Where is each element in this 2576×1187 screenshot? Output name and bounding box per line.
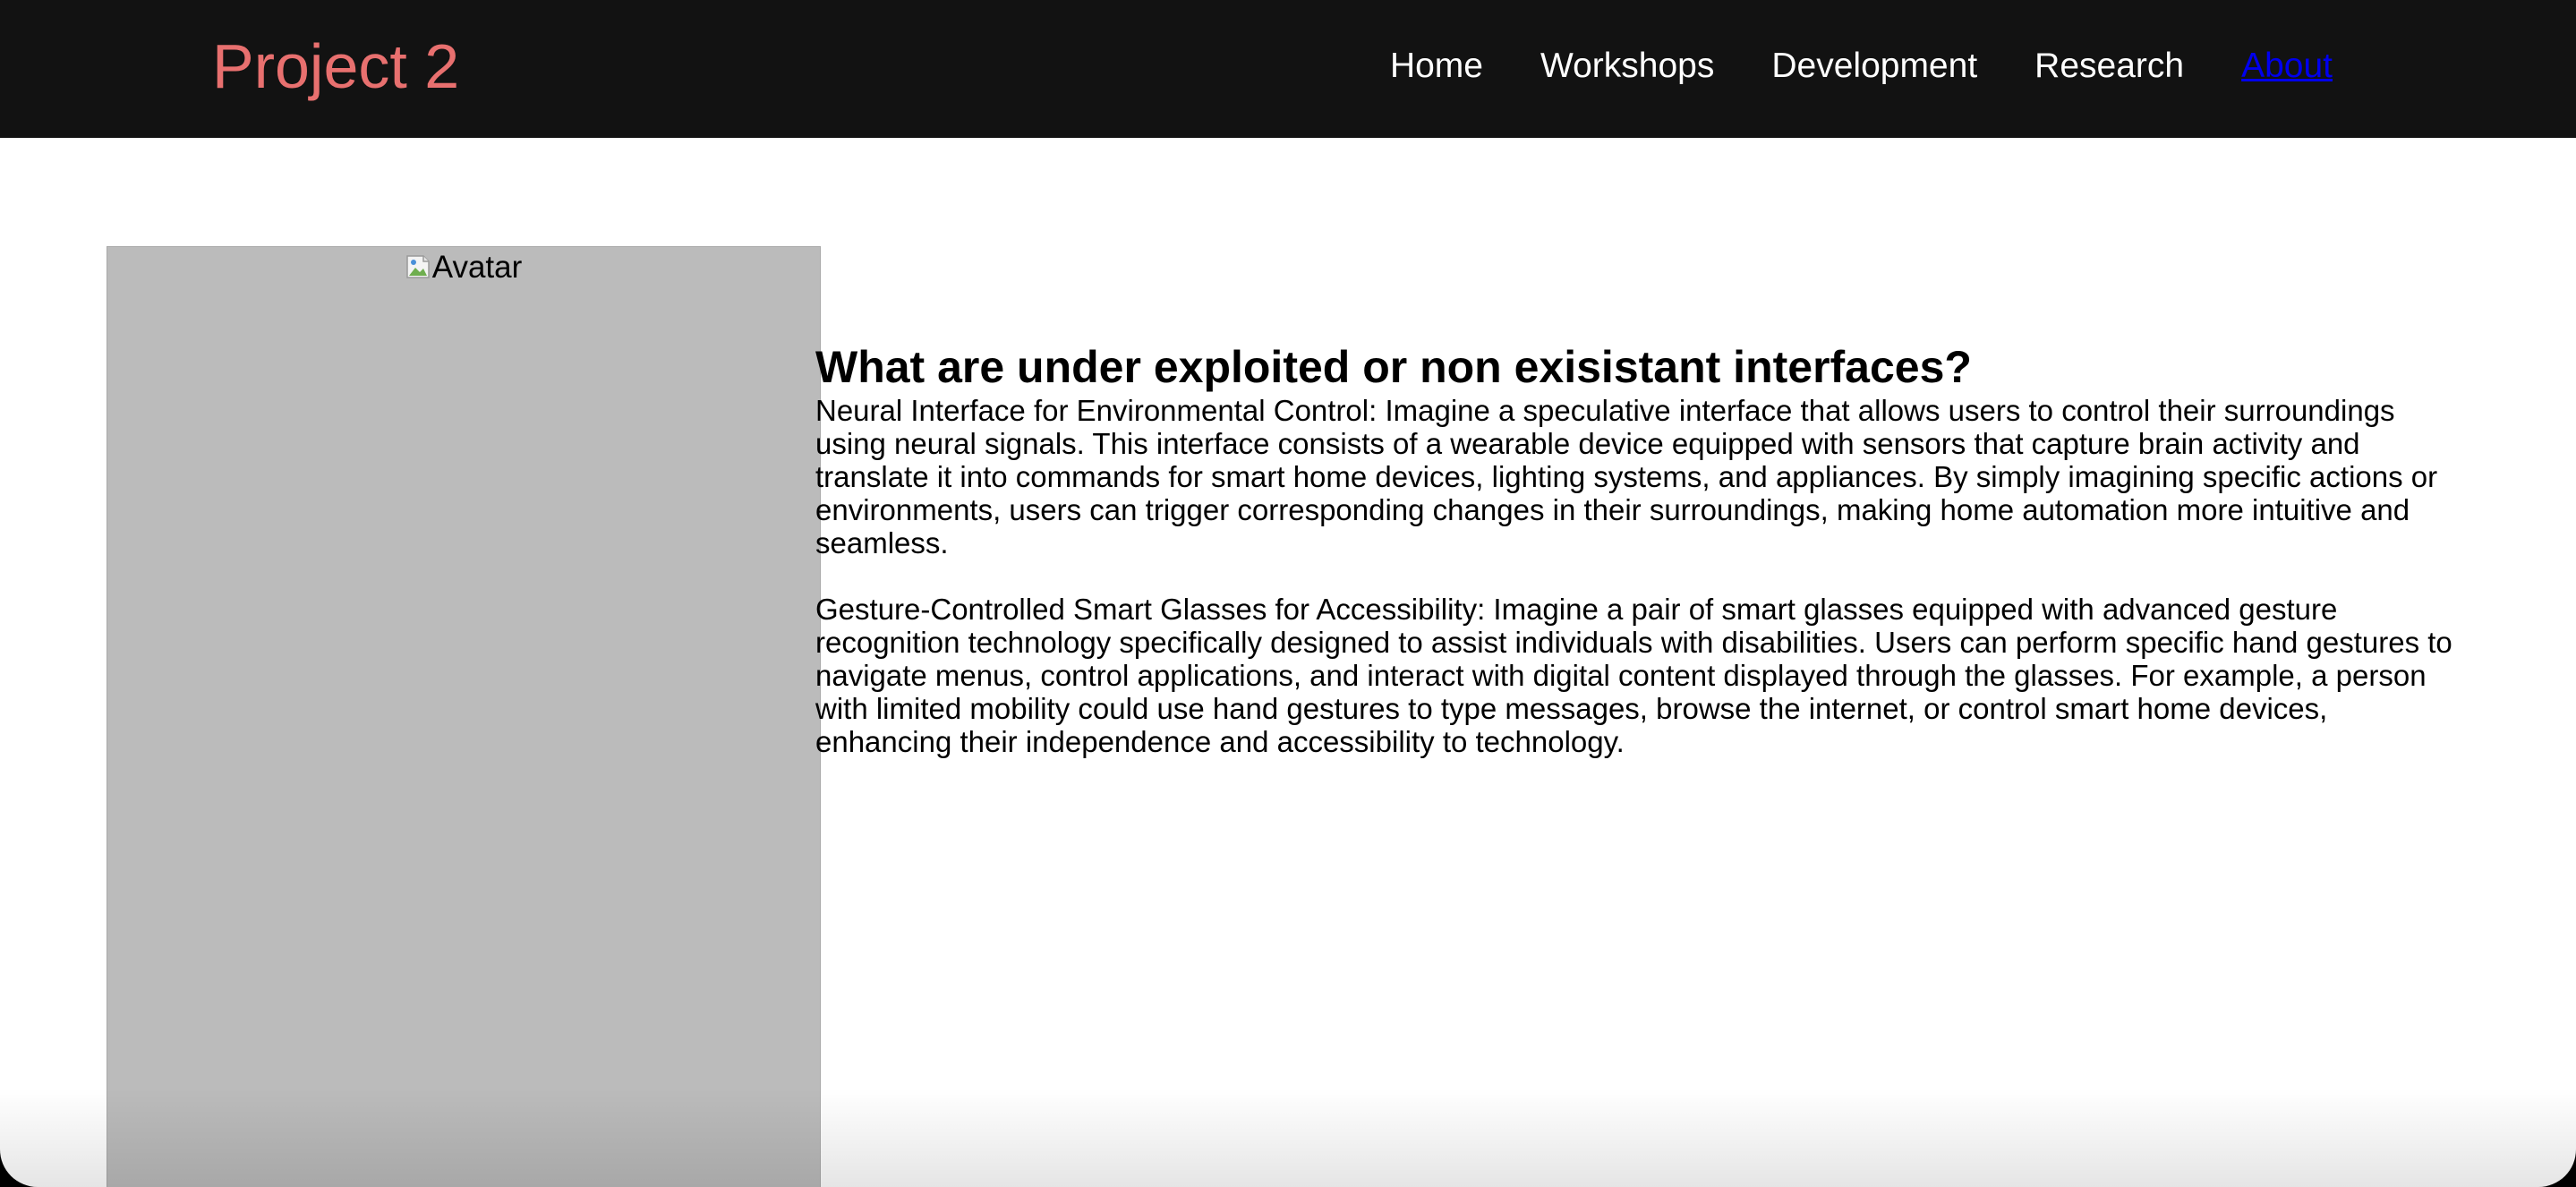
paragraph-neural-interface: Neural Interface for Environmental Contr…	[815, 394, 2438, 559]
paragraph-gesture-glasses: Gesture-Controlled Smart Glasses for Acc…	[815, 593, 2452, 758]
section-heading: What are under exploited or non exisista…	[815, 342, 1972, 392]
avatar-image-placeholder: Avatar	[107, 246, 821, 1187]
page: Project 2 Home Workshops Development Res…	[0, 0, 2576, 1187]
broken-image-icon	[405, 252, 432, 278]
brand-logo-link[interactable]: Project 2	[212, 29, 459, 104]
main-content: What are under exploited or non exisista…	[815, 340, 2467, 758]
avatar-alt-text: Avatar	[431, 250, 523, 285]
nav-link-research[interactable]: Research	[2034, 43, 2184, 90]
avatar-alt-text-row: Avatar	[107, 249, 820, 286]
nav-link-development[interactable]: Development	[1771, 43, 1977, 90]
nav-link-workshops[interactable]: Workshops	[1540, 43, 1714, 90]
nav-link-about[interactable]: About	[2241, 43, 2333, 90]
top-navbar: Project 2 Home Workshops Development Res…	[0, 0, 2576, 138]
nav-link-home[interactable]: Home	[1390, 43, 1483, 90]
nav-links: Home Workshops Development Research Abou…	[1390, 43, 2333, 90]
